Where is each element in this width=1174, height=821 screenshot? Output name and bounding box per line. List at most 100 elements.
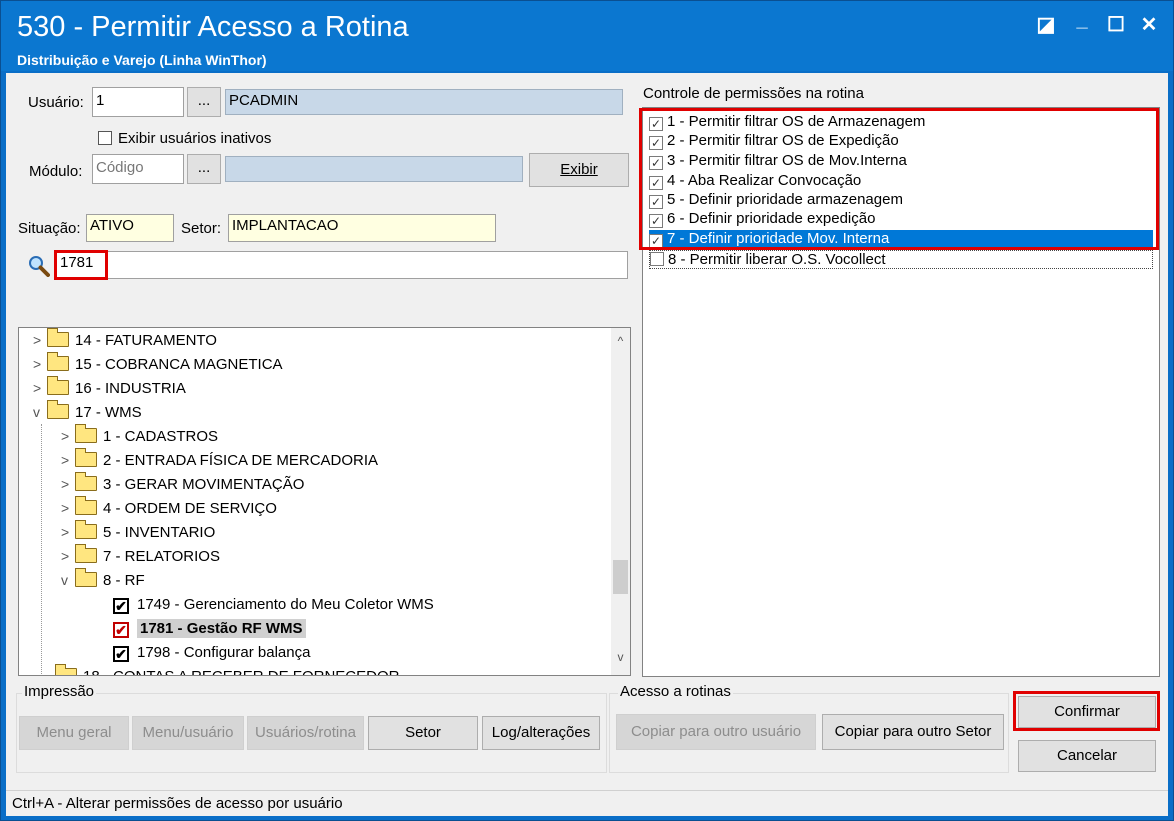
chevron-right-icon[interactable]: > — [61, 548, 75, 564]
folder-icon — [75, 496, 97, 515]
permission-item[interactable]: ✓ 3 - Permitir filtrar OS de Mov.Interna — [649, 152, 907, 171]
permission-item[interactable]: 8 - Permitir liberar O.S. Vocollect — [649, 250, 1153, 269]
tree-item-label: 5 - INVENTARIO — [103, 524, 216, 541]
permission-label: 2 - Permitir filtrar OS de Expedição — [667, 132, 899, 149]
routine-checkbox[interactable]: ✔ — [113, 646, 129, 662]
permission-item[interactable]: ✓ 2 - Permitir filtrar OS de Expedição — [649, 132, 899, 151]
cancelar-button[interactable]: Cancelar — [1018, 740, 1156, 772]
routine-checkbox[interactable]: ✔ — [113, 622, 129, 638]
show-inactive-checkbox[interactable] — [98, 131, 112, 145]
permission-checkbox[interactable]: ✓ — [649, 176, 663, 190]
confirmar-button[interactable]: Confirmar — [1018, 696, 1156, 728]
permission-item[interactable]: ✓ 4 - Aba Realizar Convocação — [649, 172, 861, 191]
tree-item-routine-selected[interactable]: ✔ 1781 - Gestão RF WMS — [113, 619, 306, 644]
scroll-up-icon[interactable]: ^ — [611, 334, 630, 348]
maximize-button[interactable]: ☐ — [1103, 12, 1129, 38]
folder-icon — [75, 520, 97, 539]
chevron-right-icon[interactable]: > — [61, 524, 75, 540]
folder-icon — [47, 376, 69, 395]
folder-icon — [55, 664, 77, 675]
search-input[interactable]: 1781 — [56, 251, 628, 279]
menu-usuario-button[interactable]: Menu/usuário — [132, 716, 244, 750]
tree-item-routine[interactable]: ✔ 1798 - Configurar balança — [113, 644, 310, 668]
chevron-right-icon[interactable]: > — [33, 380, 47, 396]
show-inactive-label: Exibir usuários inativos — [118, 130, 272, 147]
log-alteracoes-button[interactable]: Log/alterações — [482, 716, 600, 750]
folder-icon — [47, 328, 69, 347]
tree-item[interactable]: >14 - FATURAMENTO — [33, 328, 217, 356]
tree-item-label: 1 - CADASTROS — [103, 428, 219, 445]
menu-geral-button[interactable]: Menu geral — [19, 716, 129, 750]
client-area: Usuário: 1 ... PCADMIN Exibir usuários i… — [6, 73, 1168, 790]
copiar-setor-button[interactable]: Copiar para outro Setor — [822, 714, 1004, 750]
copiar-usuario-button[interactable]: Copiar para outro usuário — [616, 714, 816, 750]
tree-item-label: 1798 - Configurar balança — [137, 644, 311, 661]
chevron-right-icon[interactable]: > — [61, 428, 75, 444]
permission-checkbox[interactable]: ✓ — [649, 117, 663, 131]
tree-item-routine[interactable]: ✔ 1749 - Gerenciamento do Meu Coletor WMS — [113, 596, 434, 620]
permission-label: 3 - Permitir filtrar OS de Mov.Interna — [667, 152, 907, 169]
user-code-input[interactable]: 1 — [92, 87, 184, 117]
chevron-right-icon[interactable]: > — [61, 500, 75, 516]
setor-button[interactable]: Setor — [368, 716, 478, 750]
tree-item[interactable]: >15 - COBRANCA MAGNETICA — [33, 352, 283, 380]
situacao-label: Situação: — [18, 220, 81, 237]
window-subtitle: Distribuição e Varejo (Linha WinThor) — [17, 52, 267, 68]
routine-checkbox[interactable]: ✔ — [113, 598, 129, 614]
chevron-right-icon[interactable]: > — [61, 452, 75, 468]
user-lookup-button[interactable]: ... — [187, 87, 221, 117]
tree-item-label: 16 - INDUSTRIA — [75, 380, 186, 397]
folder-icon — [75, 472, 97, 491]
close-button[interactable]: ✕ — [1136, 12, 1162, 38]
tree-item[interactable]: >4 - ORDEM DE SERVIÇO — [61, 496, 277, 524]
permissions-title: Controle de permissões na rotina — [643, 85, 864, 102]
permission-label: 6 - Definir prioridade expedição — [667, 210, 876, 227]
permission-label: 4 - Aba Realizar Convocação — [667, 172, 862, 189]
permission-item[interactable]: ✓ 5 - Definir prioridade armazenagem — [649, 191, 903, 210]
setor-label: Setor: — [181, 220, 222, 237]
permission-item-selected[interactable]: ✓ 7 - Definir prioridade Mov. Interna — [649, 230, 1153, 249]
chevron-right-icon[interactable]: > — [33, 356, 47, 372]
tree-item-label: 3 - GERAR MOVIMENTAÇÃO — [103, 476, 305, 493]
tree-item[interactable]: >3 - GERAR MOVIMENTAÇÃO — [61, 472, 305, 500]
user-label: Usuário: — [28, 94, 84, 111]
scroll-down-icon[interactable]: v — [611, 650, 630, 664]
permission-label: 8 - Permitir liberar O.S. Vocollect — [668, 251, 886, 268]
permission-item[interactable]: ✓ 1 - Permitir filtrar OS de Armazenagem — [649, 113, 925, 132]
chevron-right-icon[interactable]: > — [61, 476, 75, 492]
confirmar-label: Confirmar — [1054, 703, 1120, 720]
folder-icon — [47, 400, 69, 419]
permission-item[interactable]: ✓ 6 - Definir prioridade expedição — [649, 210, 875, 229]
tree-scrollbar[interactable]: ^ v — [611, 328, 630, 675]
search-icon — [28, 255, 50, 277]
restore-icon[interactable]: ◪ — [1033, 12, 1059, 38]
permission-checkbox[interactable]: ✓ — [649, 156, 663, 170]
module-code-input[interactable]: Código — [92, 154, 184, 184]
permission-checkbox[interactable]: ✓ — [649, 234, 663, 248]
chevron-down-icon[interactable]: v — [61, 572, 75, 588]
tree-item[interactable]: >2 - ENTRADA FÍSICA DE MERCADORIA — [61, 448, 378, 476]
module-lookup-button[interactable]: ... — [187, 154, 221, 184]
chevron-down-icon[interactable]: v — [33, 404, 47, 420]
permission-checkbox[interactable]: ✓ — [649, 136, 663, 150]
exibir-button[interactable]: Exibir — [529, 153, 629, 187]
permissions-list: ✓ 1 - Permitir filtrar OS de Armazenagem … — [642, 107, 1160, 677]
permission-checkbox[interactable]: ✓ — [649, 195, 663, 209]
routine-tree: >14 - FATURAMENTO >15 - COBRANCA MAGNETI… — [18, 327, 631, 676]
tree-item-label: 8 - RF — [103, 572, 145, 589]
permission-checkbox[interactable]: ✓ — [649, 214, 663, 228]
tree-guide-line — [41, 424, 42, 674]
tree-item[interactable]: v 8 - RF — [61, 568, 145, 596]
folder-icon — [75, 544, 97, 563]
folder-icon — [75, 448, 97, 467]
minimize-button[interactable]: _ — [1069, 7, 1095, 33]
tree-item-label: 7 - RELATORIOS — [103, 548, 220, 565]
tree-item[interactable]: 18 - CONTAS A RECEBER DE FORNECEDOR — [55, 664, 399, 675]
usuarios-rotina-button[interactable]: Usuários/rotina — [247, 716, 364, 750]
tree-item-label: 15 - COBRANCA MAGNETICA — [75, 356, 283, 373]
window-title: 530 - Permitir Acesso a Rotina — [17, 11, 409, 43]
scrollbar-thumb[interactable] — [613, 560, 628, 594]
permission-checkbox[interactable] — [650, 252, 664, 266]
chevron-right-icon[interactable]: > — [33, 332, 47, 348]
tree-item[interactable]: v 17 - WMS — [33, 400, 142, 428]
